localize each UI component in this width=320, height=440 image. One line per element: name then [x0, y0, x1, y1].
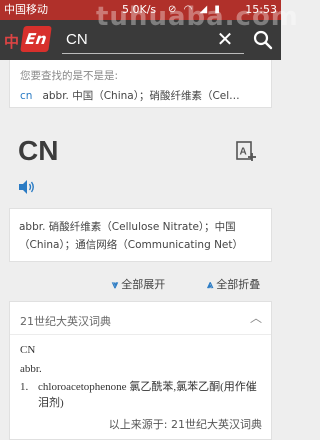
carrier-label: 中国移动: [4, 3, 48, 16]
chevron-up-icon[interactable]: ︿: [250, 309, 262, 326]
close-icon: ✕: [216, 27, 234, 51]
mute-icon: ⊘: [168, 4, 179, 15]
expand-all-label: 全部展开: [121, 278, 166, 291]
clock: 15:53: [245, 3, 277, 16]
wifi-icon: ◠: [183, 4, 195, 15]
headword: CN: [18, 135, 59, 166]
add-note-icon: A: [236, 141, 256, 161]
search-icon: [253, 30, 273, 50]
speaker-icon: [19, 180, 34, 194]
sense-number: 1.: [20, 381, 29, 393]
suggestion-hint: 您要查找的是不是是:: [20, 70, 119, 82]
pronounce-button[interactable]: [18, 179, 36, 195]
logo-badge: En: [20, 26, 52, 52]
dictionary-word: CN: [20, 344, 36, 356]
clear-button[interactable]: ✕: [214, 28, 236, 50]
logo-prefix: 中: [4, 33, 20, 51]
app-logo[interactable]: 中 En: [0, 20, 52, 60]
suggestion-word: cn: [20, 90, 33, 102]
search-header: 中 En ✕: [0, 20, 281, 60]
battery-icon: ▮: [214, 4, 222, 15]
search-button[interactable]: [252, 29, 274, 51]
sense-text: chloroacetophenone 氯乙酰苯,氯苯乙酮(用作催泪剂): [38, 381, 257, 409]
suggestion-card[interactable]: 您要查找的是不是是: cn abbr. 中国（China）；硝酸纤维素（Cel…: [9, 60, 272, 108]
add-to-wordbook-button[interactable]: A: [235, 140, 257, 162]
signal-icon: ◢: [199, 4, 210, 15]
source-note: 以上来源于: 21世纪大英汉词典: [108, 418, 262, 431]
svg-text:A: A: [240, 147, 247, 158]
double-chevron-up-icon: ⩓: [207, 278, 214, 291]
collapse-all-label: 全部折叠: [216, 278, 261, 291]
double-chevron-down-icon: ⩔: [112, 278, 119, 291]
collapse-all-button[interactable]: ⩓ 全部折叠: [207, 276, 260, 292]
status-icons: ⊘ ◠ ◢ ▮: [168, 0, 222, 20]
suggestion-definition: abbr. 中国（China）；硝酸纤维素（Cel…: [42, 90, 240, 102]
dictionary-title[interactable]: 21世纪大英汉词典: [20, 313, 111, 329]
suggestion-item[interactable]: cn abbr. 中国（China）；硝酸纤维素（Cel…: [20, 88, 240, 103]
dictionary-card: 21世纪大英汉词典 ︿ CN abbr. 1. chloroacetopheno…: [9, 301, 272, 440]
network-speed: 5.0K/s: [122, 3, 157, 16]
part-of-speech: abbr.: [20, 363, 42, 375]
definition-text: abbr. 硝酸纤维素（Cellulose Nitrate）；中国（China）…: [19, 221, 244, 251]
divider: [10, 334, 271, 335]
definition-card: abbr. 硝酸纤维素（Cellulose Nitrate）；中国（China）…: [9, 208, 272, 262]
expand-all-button[interactable]: ⩔ 全部展开: [112, 276, 165, 292]
status-bar: 中国移动 5.0K/s ⊘ ◠ ◢ ▮ 15:53: [0, 0, 281, 20]
